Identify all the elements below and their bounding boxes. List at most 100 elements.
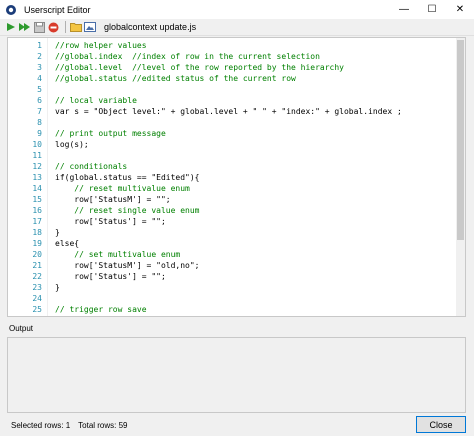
code-text: //global.status //edited status of the c… [55,74,296,83]
line-number: 4 [37,74,42,83]
code-text: // reset multivalue enum [55,184,190,193]
line-number: 19 [32,239,42,248]
status-bar: Selected rows: 1 Total rows: 59 [0,414,474,436]
code-line[interactable]: 25 // trigger row save [8,304,457,315]
code-text: row['StatusM'] = ""; [55,195,171,204]
line-number: 1 [37,41,42,50]
code-line[interactable]: 4 //global.status //edited status of the … [8,73,457,84]
code-text: var s = "Object level:" + global.level +… [55,107,402,116]
code-text: log(s); [55,140,89,149]
code-text: row['Status'] = ""; [55,217,166,226]
output-label: Output [9,324,34,333]
title-bar: Userscript Editor — ☐ ✕ [0,0,474,19]
code-text: //global.index //index of row in the cur… [55,52,320,61]
line-number: 10 [32,140,42,149]
code-line[interactable]: 26 save(row) [8,315,457,316]
code-line[interactable]: 12 // conditionals [8,161,457,172]
close-window-button[interactable]: ✕ [446,0,474,19]
code-line[interactable]: 8 [8,117,457,128]
code-line[interactable]: 2 //global.index //index of row in the cu… [8,51,457,62]
code-text: // print output message [55,129,166,138]
code-line[interactable]: 23} [8,282,457,293]
code-line[interactable]: 10 log(s); [8,139,457,150]
maximize-button[interactable]: ☐ [418,0,446,19]
toolbar: globalcontext update.js [0,19,474,36]
code-line[interactable]: 21 row['StatusM'] = "old,no"; [8,260,457,271]
line-number: 15 [32,195,42,204]
open-button[interactable] [70,21,82,33]
code-line[interactable]: 7 var s = "Object level:" + global.level … [8,106,457,117]
code-text: row['Status'] = ""; [55,272,166,281]
code-line[interactable]: 16 // reset single value enum [8,205,457,216]
code-text: //row helper values [55,41,147,50]
line-number: 22 [32,272,42,281]
toolbar-separator [65,21,66,33]
code-text: //global.level //level of the row report… [55,63,344,72]
code-text: save(row) [55,315,98,316]
save-button[interactable] [33,21,45,33]
code-line[interactable]: 5 [8,84,457,95]
code-line[interactable]: 3 //global.level //level of the row repor… [8,62,457,73]
export-button[interactable] [84,21,96,33]
code-line[interactable]: 18} [8,227,457,238]
code-text: // conditionals [55,162,128,171]
line-number: 9 [37,129,42,138]
line-number: 12 [32,162,42,171]
play-icon [7,23,15,31]
line-number: 7 [37,107,42,116]
line-number: 14 [32,184,42,193]
line-number: 6 [37,96,42,105]
line-number: 26 [8,315,42,316]
line-number: 11 [32,151,42,160]
code-line[interactable]: 22 row['Status'] = ""; [8,271,457,282]
code-line[interactable]: 19 else{ [8,238,457,249]
image-icon [84,22,96,32]
fast-forward-icon [19,23,30,31]
floppy-icon [33,21,45,33]
code-line[interactable]: 11 [8,150,457,161]
code-line[interactable]: 24 [8,293,457,304]
code-text: if(global.status == "Edited"){ [55,173,200,182]
line-number: 20 [32,250,42,259]
stop-button[interactable] [47,21,59,33]
line-number: 8 [37,118,42,127]
line-number: 13 [32,173,42,182]
line-number: 16 [32,206,42,215]
line-number: 5 [37,85,42,94]
code-text: // local variable [55,96,137,105]
code-line[interactable]: 17 row['Status'] = ""; [8,216,457,227]
fold-gutter [47,38,48,316]
line-number: 24 [32,294,42,303]
code-line[interactable]: 6 // local variable [8,95,457,106]
stop-icon [48,22,58,32]
close-button[interactable]: Close [416,416,466,433]
code-line[interactable]: 14 // reset multivalue enum [8,183,457,194]
code-text: } [55,228,60,237]
folder-icon [70,23,82,32]
code-line[interactable]: 15 row['StatusM'] = ""; [8,194,457,205]
app-icon [5,4,17,16]
code-text: } [55,283,60,292]
run-button[interactable] [5,21,17,33]
scrollbar-thumb[interactable] [457,40,464,240]
window-title: Userscript Editor [24,4,91,15]
total-rows-count: Total rows: 59 [78,420,128,430]
window-controls: — ☐ ✕ [390,0,474,19]
line-number: 3 [37,63,42,72]
run-all-button[interactable] [19,21,31,33]
code-line[interactable]: 20 // set multivalue enum [8,249,457,260]
code-text: // trigger row save [55,305,147,314]
code-line[interactable]: 1 //row helper values [8,40,457,51]
line-number: 18 [32,228,42,237]
code-line[interactable]: 13 if(global.status == "Edited"){ [8,172,457,183]
minimize-button[interactable]: — [390,0,418,19]
line-number: 25 [32,305,42,314]
vertical-scrollbar[interactable] [456,38,465,316]
output-panel[interactable] [7,337,466,413]
code-line[interactable]: 9 // print output message [8,128,457,139]
selected-rows-count: Selected rows: 1 [11,420,71,430]
code-text: row['StatusM'] = "old,no"; [55,261,200,270]
code-editor[interactable]: 1 //row helper values 2 //global.index //in… [7,37,466,317]
code-area[interactable]: 1 //row helper values 2 //global.index //in… [8,38,457,316]
code-text: // set multivalue enum [55,250,181,259]
